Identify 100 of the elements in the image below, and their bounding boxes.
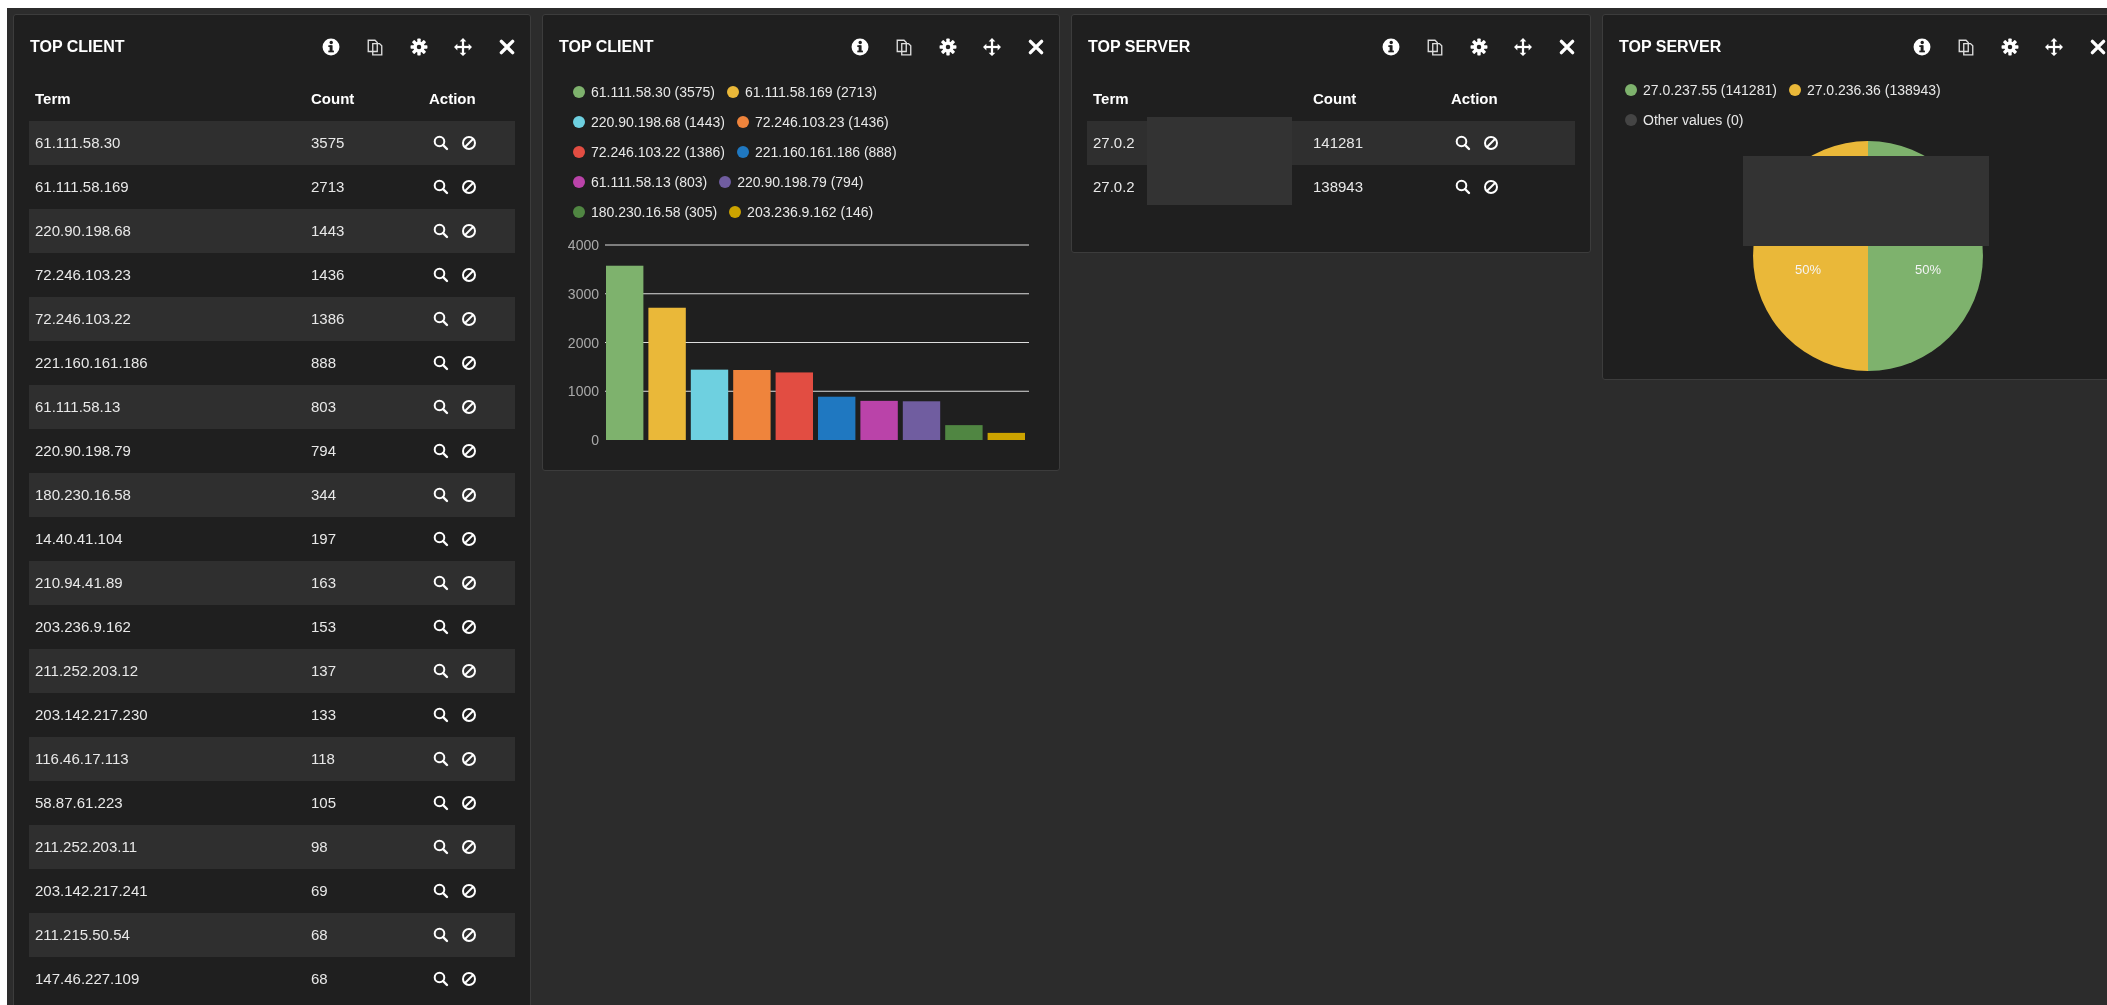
- search-icon[interactable]: [433, 487, 449, 503]
- bar[interactable]: [690, 369, 729, 440]
- search-icon[interactable]: [433, 971, 449, 987]
- block-icon[interactable]: [461, 399, 477, 415]
- legend-label[interactable]: 220.90.198.79 (794): [737, 171, 864, 193]
- close-icon[interactable]: [1027, 38, 1045, 56]
- block-icon[interactable]: [461, 795, 477, 811]
- search-icon[interactable]: [433, 575, 449, 591]
- term-cell-text: 220.90.198.79: [34, 440, 132, 461]
- settings-icon[interactable]: [939, 38, 957, 56]
- search-icon[interactable]: [433, 927, 449, 943]
- term-cell-text: 203.236.9.162: [34, 616, 132, 637]
- search-icon[interactable]: [433, 619, 449, 635]
- block-icon[interactable]: [461, 575, 477, 591]
- search-icon[interactable]: [433, 751, 449, 767]
- close-icon[interactable]: [1558, 38, 1576, 56]
- bar[interactable]: [818, 396, 856, 440]
- term-cell-text: 61.111.58.30: [34, 132, 122, 153]
- search-icon[interactable]: [433, 795, 449, 811]
- bar[interactable]: [775, 372, 813, 440]
- legend-label[interactable]: 27.0.237.55 (141281): [1643, 79, 1777, 101]
- legend-label[interactable]: 61.111.58.30 (3575): [591, 81, 716, 103]
- settings-icon[interactable]: [1470, 38, 1488, 56]
- count-cell-text: 3575: [310, 132, 346, 153]
- block-icon[interactable]: [461, 971, 477, 987]
- search-icon[interactable]: [433, 443, 449, 459]
- count-cell-text: 1443: [310, 220, 346, 241]
- block-icon[interactable]: [461, 487, 477, 503]
- block-icon[interactable]: [461, 707, 477, 723]
- search-icon[interactable]: [433, 707, 449, 723]
- tick-label: 3000: [567, 285, 599, 302]
- search-icon[interactable]: [433, 839, 449, 855]
- column-header[interactable]: Count: [305, 87, 423, 111]
- search-icon[interactable]: [433, 311, 449, 327]
- term-cell-text: 116.46.17.113: [34, 748, 130, 769]
- info-icon[interactable]: [1913, 38, 1931, 56]
- column-header[interactable]: Action: [423, 87, 513, 111]
- search-icon[interactable]: [1455, 179, 1471, 195]
- column-header[interactable]: Action: [1445, 87, 1565, 111]
- move-icon[interactable]: [983, 38, 1001, 56]
- legend-label[interactable]: 27.0.236.36 (138943): [1806, 79, 1941, 101]
- move-icon[interactable]: [454, 38, 472, 56]
- info-icon[interactable]: [322, 38, 340, 56]
- legend-label[interactable]: 221.160.161.186 (888): [754, 141, 897, 163]
- column-header[interactable]: Term: [1087, 87, 1307, 111]
- legend-label[interactable]: 72.246.103.22 (1386): [591, 141, 725, 163]
- bar[interactable]: [987, 432, 1025, 440]
- legend-label[interactable]: 61.111.58.169 (2713): [745, 81, 877, 103]
- settings-icon[interactable]: [2001, 38, 2019, 56]
- copy-icon[interactable]: [1426, 38, 1444, 56]
- block-icon[interactable]: [461, 531, 477, 547]
- search-icon[interactable]: [433, 883, 449, 899]
- close-icon[interactable]: [498, 38, 516, 56]
- count-cell-text: 344: [310, 484, 338, 505]
- column-header[interactable]: Term: [29, 87, 305, 111]
- info-icon[interactable]: [851, 38, 869, 56]
- column-header[interactable]: Count: [1307, 87, 1445, 111]
- block-icon[interactable]: [1483, 135, 1499, 151]
- block-icon[interactable]: [461, 311, 477, 327]
- block-icon[interactable]: [461, 443, 477, 459]
- legend-label[interactable]: 203.236.9.162 (146): [747, 201, 874, 223]
- copy-icon[interactable]: [366, 38, 384, 56]
- search-icon[interactable]: [433, 223, 449, 239]
- block-icon[interactable]: [461, 179, 477, 195]
- bar[interactable]: [606, 265, 644, 440]
- count-cell-text: 68: [310, 968, 329, 989]
- block-icon[interactable]: [1483, 179, 1499, 195]
- copy-icon[interactable]: [1957, 38, 1975, 56]
- close-icon[interactable]: [2089, 38, 2107, 56]
- block-icon[interactable]: [461, 751, 477, 767]
- block-icon[interactable]: [461, 355, 477, 371]
- move-icon[interactable]: [2045, 38, 2063, 56]
- bar[interactable]: [860, 400, 898, 440]
- search-icon[interactable]: [1455, 135, 1471, 151]
- search-icon[interactable]: [433, 267, 449, 283]
- legend-label[interactable]: 61.111.58.13 (803): [591, 171, 708, 193]
- move-icon[interactable]: [1514, 38, 1532, 56]
- block-icon[interactable]: [461, 663, 477, 679]
- block-icon[interactable]: [461, 839, 477, 855]
- search-icon[interactable]: [433, 179, 449, 195]
- search-icon[interactable]: [433, 531, 449, 547]
- block-icon[interactable]: [461, 135, 477, 151]
- block-icon[interactable]: [461, 619, 477, 635]
- bar[interactable]: [902, 401, 941, 440]
- block-icon[interactable]: [461, 267, 477, 283]
- block-icon[interactable]: [461, 223, 477, 239]
- legend-label[interactable]: Other values (0): [1643, 109, 1744, 131]
- settings-icon[interactable]: [410, 38, 428, 56]
- count-cell-text: 2713: [310, 176, 346, 197]
- info-icon[interactable]: [1382, 38, 1400, 56]
- legend-label[interactable]: 72.246.103.23 (1436): [754, 111, 889, 133]
- legend-label[interactable]: 220.90.198.68 (1443): [591, 111, 725, 133]
- search-icon[interactable]: [433, 135, 449, 151]
- copy-icon[interactable]: [895, 38, 913, 56]
- block-icon[interactable]: [461, 883, 477, 899]
- search-icon[interactable]: [433, 355, 449, 371]
- search-icon[interactable]: [433, 399, 449, 415]
- search-icon[interactable]: [433, 663, 449, 679]
- block-icon[interactable]: [461, 927, 477, 943]
- legend-label[interactable]: 180.230.16.58 (305): [591, 201, 718, 223]
